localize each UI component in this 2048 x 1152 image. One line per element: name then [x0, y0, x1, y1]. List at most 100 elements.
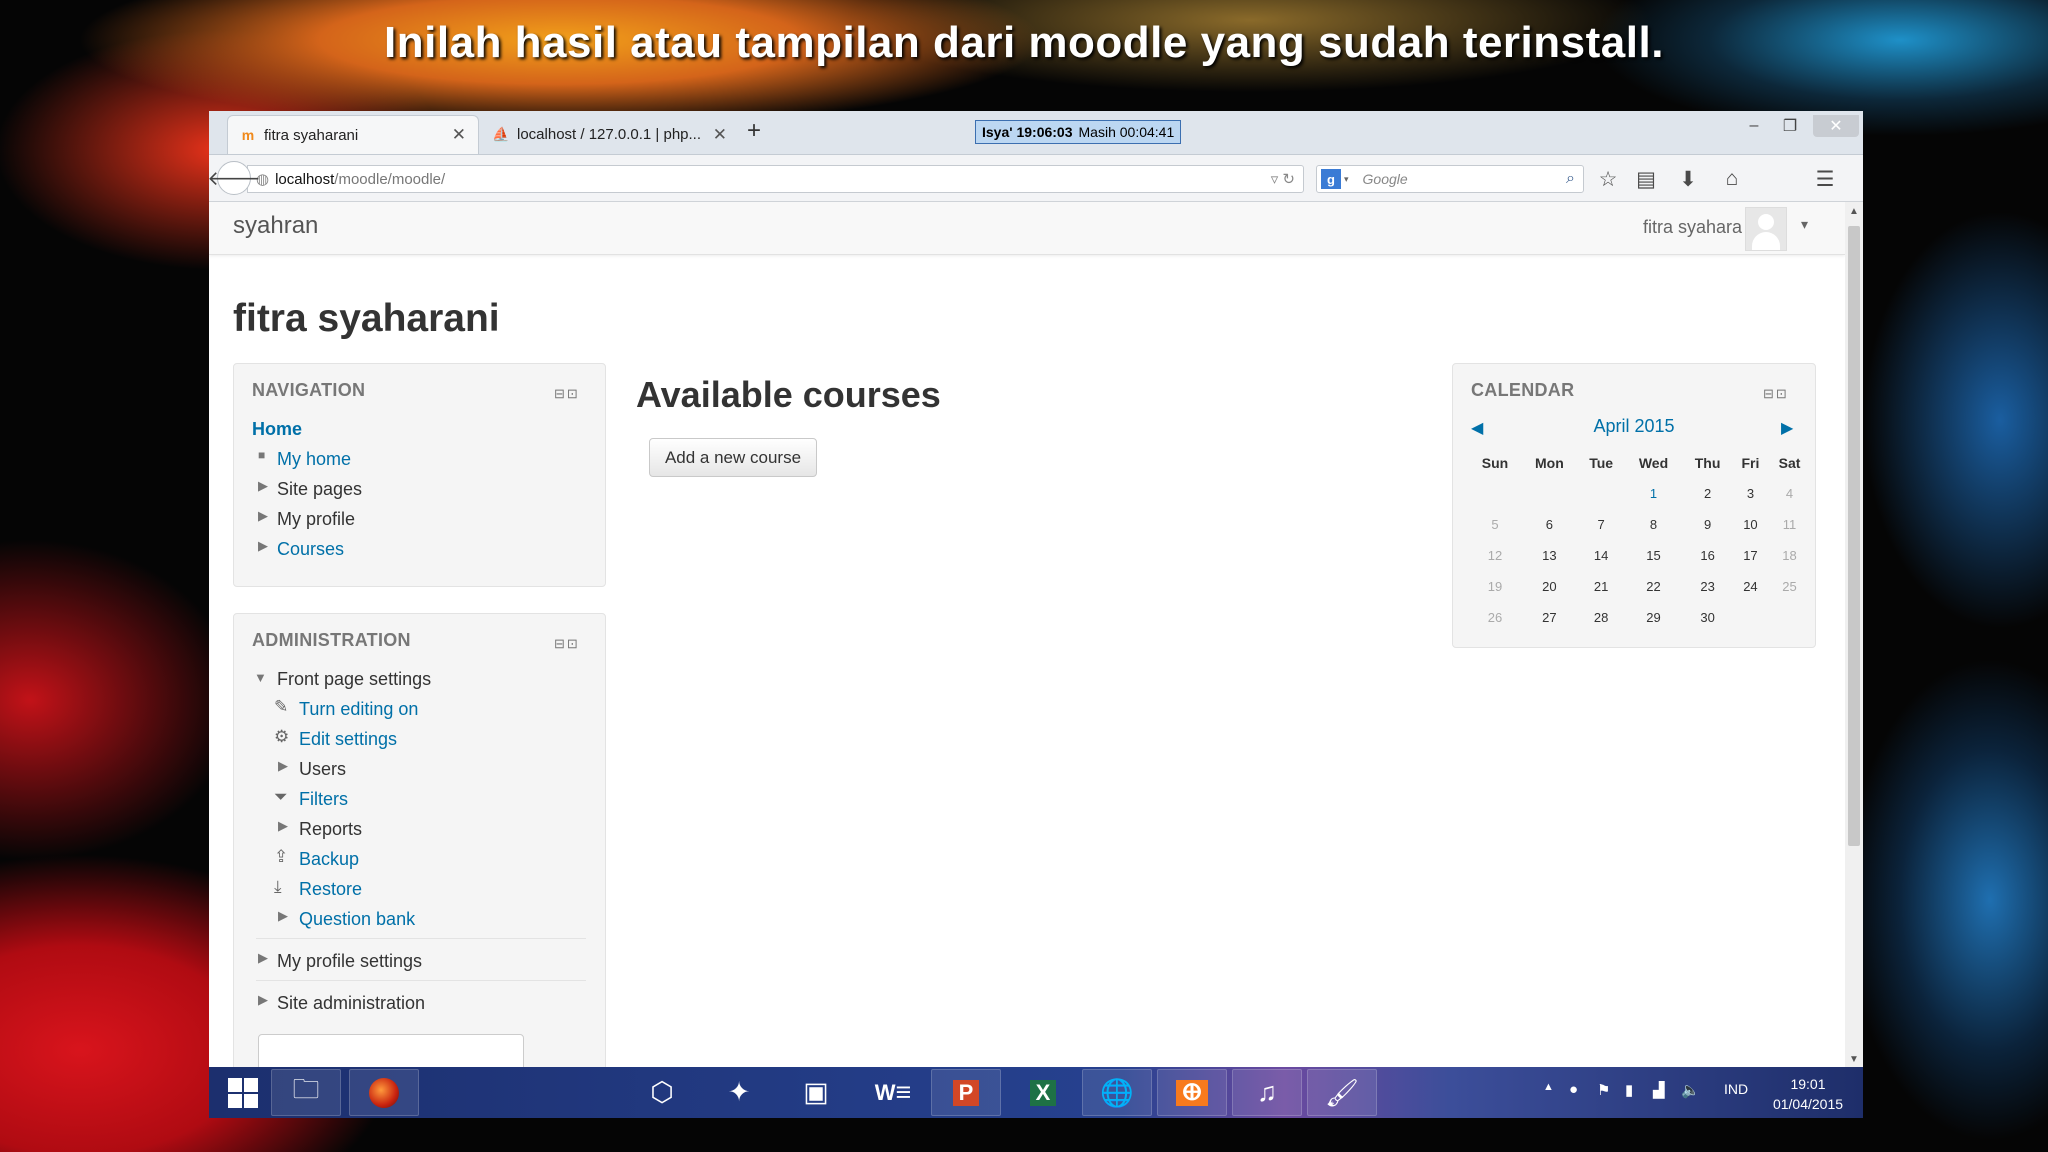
block-collapse-icon[interactable]: ⊟⊡ [1763, 386, 1789, 402]
calendar-day[interactable]: 29 [1625, 602, 1683, 633]
calendar-day[interactable]: 6 [1521, 509, 1578, 540]
admin-question-bank[interactable]: Question bank [299, 909, 415, 930]
internet-download-manager-icon[interactable]: 🌐 [1082, 1069, 1152, 1116]
reload-icon[interactable]: ▿ ↻ [1271, 170, 1295, 188]
home-icon[interactable]: ⌂ [1718, 165, 1746, 193]
language-indicator[interactable]: IND [1724, 1081, 1748, 1097]
calendar-day[interactable]: 26 [1469, 602, 1521, 633]
expand-arrow-icon[interactable]: ▶ [258, 478, 268, 494]
downloads-icon[interactable]: ⬇ [1674, 165, 1702, 193]
scroll-up-icon[interactable]: ▲ [1845, 206, 1863, 217]
calendar-day[interactable]: 2 [1682, 478, 1733, 509]
bookmarks-list-icon[interactable]: ▤ [1632, 165, 1660, 193]
scroll-down-icon[interactable]: ▼ [1845, 1054, 1863, 1065]
expand-arrow-icon[interactable]: ▶ [278, 758, 288, 774]
expand-arrow-icon[interactable]: ▶ [278, 818, 288, 834]
restore-icon[interactable]: ❐ [1775, 115, 1805, 137]
firefox-tray-icon[interactable]: ● [1569, 1081, 1578, 1098]
calendar-day[interactable]: 27 [1521, 602, 1578, 633]
expand-arrow-icon[interactable]: ▶ [258, 508, 268, 524]
search-engine-dropdown-icon[interactable]: ▾ [1344, 174, 1349, 185]
calendar-day[interactable]: 25 [1768, 571, 1811, 602]
admin-filters[interactable]: Filters [299, 789, 348, 810]
nav-home[interactable]: Home [252, 419, 302, 440]
tab-moodle[interactable]: m fitra syaharani ✕ [227, 115, 479, 154]
admin-my-profile-settings[interactable]: My profile settings [277, 951, 422, 972]
search-icon[interactable]: ⌕ [1566, 170, 1575, 188]
collapse-arrow-icon[interactable]: ▼ [254, 670, 267, 685]
calendar-day[interactable]: 17 [1733, 540, 1768, 571]
avatar[interactable] [1745, 207, 1787, 251]
vertical-scrollbar[interactable]: ▲ ▼ [1845, 202, 1863, 1067]
block-collapse-icon[interactable]: ⊟⊡ [554, 636, 580, 652]
calendar-month[interactable]: April 2015 [1453, 416, 1815, 437]
admin-users[interactable]: Users [299, 759, 346, 780]
calendar-day[interactable]: 13 [1521, 540, 1578, 571]
calendar-day[interactable]: 8 [1625, 509, 1683, 540]
calendar-day[interactable]: 1 [1625, 478, 1683, 509]
expand-arrow-icon[interactable]: ▶ [278, 908, 288, 924]
block-collapse-icon[interactable]: ⊟⊡ [554, 386, 580, 402]
nav-my-home[interactable]: My home [277, 449, 351, 470]
admin-backup[interactable]: Backup [299, 849, 359, 870]
admin-site-administration[interactable]: Site administration [277, 993, 425, 1014]
excel-icon[interactable]: X [1008, 1069, 1078, 1116]
nav-my-profile[interactable]: My profile [277, 509, 355, 530]
admin-search-input[interactable] [258, 1034, 524, 1067]
user-menu-caret-icon[interactable]: ▾ [1801, 216, 1808, 233]
xampp-icon[interactable]: ⴲ [1157, 1069, 1227, 1116]
user-menu-name[interactable]: fitra syahara [1643, 217, 1742, 238]
paint-icon[interactable]: 🖌 [1307, 1069, 1377, 1116]
tab-phpmyadmin[interactable]: ⛵ localhost / 127.0.0.1 | php... ✕ [481, 115, 739, 154]
battery-icon[interactable]: ▮ [1625, 1081, 1633, 1099]
calendar-day[interactable]: 3 [1733, 478, 1768, 509]
search-bar[interactable]: g ▾ Google ⌕ [1316, 165, 1584, 193]
admin-turn-editing-on[interactable]: Turn editing on [299, 699, 418, 720]
bookmark-star-icon[interactable]: ☆ [1594, 165, 1622, 193]
calendar-day[interactable]: 16 [1682, 540, 1733, 571]
virtualbox-icon[interactable]: ⬡ [627, 1069, 697, 1116]
admin-reports[interactable]: Reports [299, 819, 362, 840]
admin-front-page-settings[interactable]: Front page settings [277, 669, 431, 690]
taskbar-clock[interactable]: 19:01 01/04/2015 [1763, 1074, 1853, 1114]
itunes-icon[interactable]: ♫ [1232, 1069, 1302, 1116]
nav-site-pages[interactable]: Site pages [277, 479, 362, 500]
minimize-icon[interactable]: – [1739, 115, 1769, 137]
calendar-day[interactable]: 21 [1578, 571, 1625, 602]
powerpoint-icon[interactable]: P [931, 1069, 1001, 1116]
calendar-day[interactable]: 15 [1625, 540, 1683, 571]
calendar-day[interactable]: 14 [1578, 540, 1625, 571]
calendar-day[interactable]: 9 [1682, 509, 1733, 540]
calendar-day[interactable]: 10 [1733, 509, 1768, 540]
site-brand[interactable]: syahran [233, 212, 318, 240]
calendar-day[interactable]: 18 [1768, 540, 1811, 571]
firefox-icon[interactable] [349, 1069, 419, 1116]
show-hidden-icons-icon[interactable]: ▲ [1543, 1081, 1554, 1093]
nav-courses[interactable]: Courses [277, 539, 344, 560]
admin-restore[interactable]: Restore [299, 879, 362, 900]
close-tab-icon[interactable]: ✕ [452, 125, 466, 145]
new-tab-icon[interactable]: + [747, 117, 761, 145]
file-explorer-icon[interactable]: 🗀 [271, 1069, 341, 1116]
menu-icon[interactable]: ☰ [1811, 165, 1839, 193]
address-bar[interactable]: ◍ localhost/moodle/moodle/ ▿ ↻ [247, 165, 1304, 193]
calendar-day[interactable]: 24 [1733, 571, 1768, 602]
expand-arrow-icon[interactable]: ▶ [258, 950, 268, 966]
close-tab-icon[interactable]: ✕ [713, 125, 727, 145]
calendar-day[interactable]: 11 [1768, 509, 1811, 540]
calendar-day[interactable]: 20 [1521, 571, 1578, 602]
calendar-day[interactable]: 22 [1625, 571, 1683, 602]
volume-icon[interactable]: 🔈 [1681, 1081, 1700, 1099]
expand-arrow-icon[interactable]: ▶ [258, 538, 268, 554]
add-new-course-button[interactable]: Add a new course [649, 438, 817, 477]
expand-arrow-icon[interactable]: ▶ [258, 992, 268, 1008]
admin-edit-settings[interactable]: Edit settings [299, 729, 397, 750]
calendar-day[interactable]: 19 [1469, 571, 1521, 602]
word-icon[interactable]: W ≡ [858, 1069, 928, 1116]
calendar-day[interactable]: 5 [1469, 509, 1521, 540]
app-icon[interactable]: ✦ [704, 1069, 774, 1116]
calendar-day[interactable]: 28 [1578, 602, 1625, 633]
calendar-day[interactable]: 30 [1682, 602, 1733, 633]
back-button[interactable]: 🡐 [209, 161, 261, 195]
calendar-day[interactable]: 23 [1682, 571, 1733, 602]
